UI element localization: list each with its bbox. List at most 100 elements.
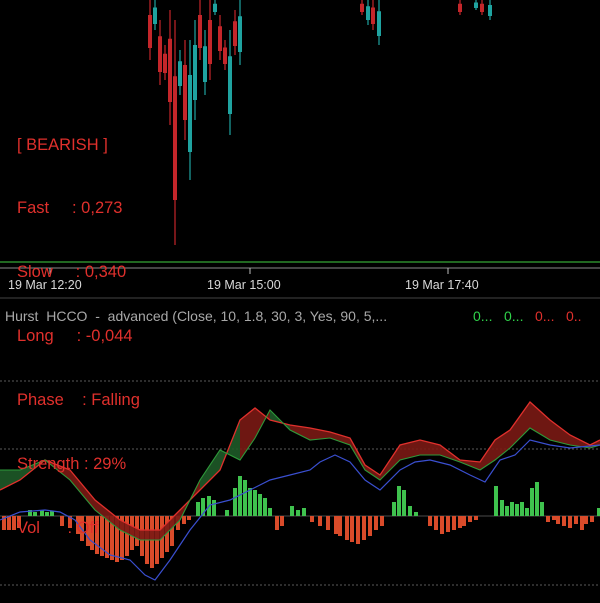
histogram-bar-down	[428, 516, 432, 526]
candle-body	[458, 3, 462, 12]
histogram-bar-up	[225, 510, 229, 516]
histogram-bar-down	[318, 516, 322, 526]
histogram-bar-down	[474, 516, 478, 520]
candle-body	[474, 2, 478, 8]
histogram-bar-down	[434, 516, 438, 530]
histogram-bar-down	[362, 516, 366, 540]
histogram-bar-up	[302, 508, 306, 516]
candle-body	[360, 3, 364, 12]
histogram-bar-down	[458, 516, 462, 528]
candle-body	[203, 46, 207, 82]
histogram-bar-down	[334, 516, 338, 534]
histogram-bar-down	[310, 516, 314, 522]
histogram-bar-up	[402, 490, 406, 516]
histogram-bar-down	[338, 516, 342, 536]
oscillator-band	[140, 530, 160, 540]
histogram-bar-down	[562, 516, 566, 526]
status-vol: Vol : Off	[17, 518, 99, 537]
status-long: Long : -0,044	[17, 327, 133, 346]
histogram-bar-up	[196, 502, 200, 516]
histogram-bar-down	[446, 516, 450, 532]
histogram-bar-up	[540, 502, 544, 516]
time-label-2: 19 Mar 15:00	[207, 278, 281, 292]
candle-body	[213, 3, 217, 12]
status-title: [ BEARISH ]	[17, 135, 108, 154]
histogram-bar-down	[556, 516, 560, 524]
histogram-bar-down	[374, 516, 378, 530]
histogram-bar-down	[568, 516, 572, 528]
candle-body	[488, 5, 492, 16]
histogram-bar-up	[253, 490, 257, 516]
histogram-bar-up	[296, 510, 300, 516]
histogram-bar-down	[546, 516, 550, 522]
indicator-value-3: 0...	[535, 308, 555, 324]
time-label-1: 19 Mar 12:20	[8, 278, 82, 292]
indicator-title[interactable]: Hurst HCCO - advanced (Close, 10, 1.8, 3…	[5, 308, 387, 324]
candle-body	[233, 21, 237, 46]
histogram-bar-down	[440, 516, 444, 534]
histogram-bar-up	[397, 486, 401, 516]
histogram-bar-up	[494, 486, 498, 516]
oscillator-band	[240, 408, 255, 460]
histogram-bar-down	[468, 516, 472, 522]
histogram-bar-up	[520, 502, 524, 516]
histogram-bar-up	[243, 480, 247, 516]
histogram-bar-down	[590, 516, 594, 522]
indicator-value-1: 0...	[473, 308, 493, 324]
histogram-bar-up	[290, 506, 294, 516]
candle-body	[148, 15, 152, 48]
candle-body	[193, 45, 197, 100]
histogram-bar-down	[182, 516, 186, 524]
status-panel: [ BEARISH ] Fast : 0,273 Slow : 0,340 Lo…	[17, 92, 140, 582]
histogram-bar-up	[258, 494, 262, 516]
histogram-bar-down	[350, 516, 354, 542]
candle-body	[153, 7, 157, 24]
histogram-bar-down	[380, 516, 384, 526]
histogram-bar-up	[525, 508, 529, 516]
histogram-bar-down	[150, 516, 154, 568]
histogram-bar-up	[505, 506, 509, 516]
histogram-bar-down	[580, 516, 584, 530]
candle-body	[218, 26, 222, 51]
candle-body	[163, 53, 167, 73]
histogram-bar-up	[500, 500, 504, 516]
status-fast: Fast : 0,273	[17, 199, 123, 218]
histogram-bar-up	[233, 488, 237, 516]
histogram-bar-up	[268, 508, 272, 516]
candle-body	[371, 7, 375, 24]
indicator-value-4: 0..	[566, 308, 582, 324]
candle-body	[377, 11, 381, 36]
histogram-bar-down	[275, 516, 279, 530]
histogram-bar-down	[584, 516, 588, 524]
candle-body	[178, 61, 182, 86]
candle-body	[168, 38, 172, 102]
histogram-bar-up	[510, 502, 514, 516]
histogram-bar-up	[263, 498, 267, 516]
histogram-bar-up	[530, 488, 534, 516]
histogram-bar-up	[535, 482, 539, 516]
candle-body	[480, 3, 484, 12]
candle-body	[173, 76, 177, 200]
candle-body	[198, 15, 202, 48]
histogram-bar-down	[7, 516, 11, 530]
histogram-bar-down	[12, 516, 16, 530]
histogram-bar-down	[280, 516, 284, 526]
candle-body	[208, 20, 212, 64]
histogram-bar-down	[452, 516, 456, 530]
histogram-bar-down	[187, 516, 191, 520]
candle-body	[188, 75, 192, 152]
status-strength: Strength : 29%	[17, 455, 127, 474]
histogram-bar-down	[462, 516, 466, 526]
histogram-bar-up	[408, 506, 412, 516]
candle-body	[183, 65, 187, 120]
histogram-bar-down	[552, 516, 556, 520]
histogram-bar-up	[212, 500, 216, 516]
status-phase: Phase : Falling	[17, 391, 140, 410]
candle-body	[366, 6, 370, 20]
histogram-bar-up	[248, 488, 252, 516]
candle-body	[238, 16, 242, 52]
histogram-bar-down	[356, 516, 360, 544]
histogram-bar-down	[368, 516, 372, 536]
histogram-bar-down	[574, 516, 578, 524]
chart-window: [ BEARISH ] Fast : 0,273 Slow : 0,340 Lo…	[0, 0, 600, 603]
